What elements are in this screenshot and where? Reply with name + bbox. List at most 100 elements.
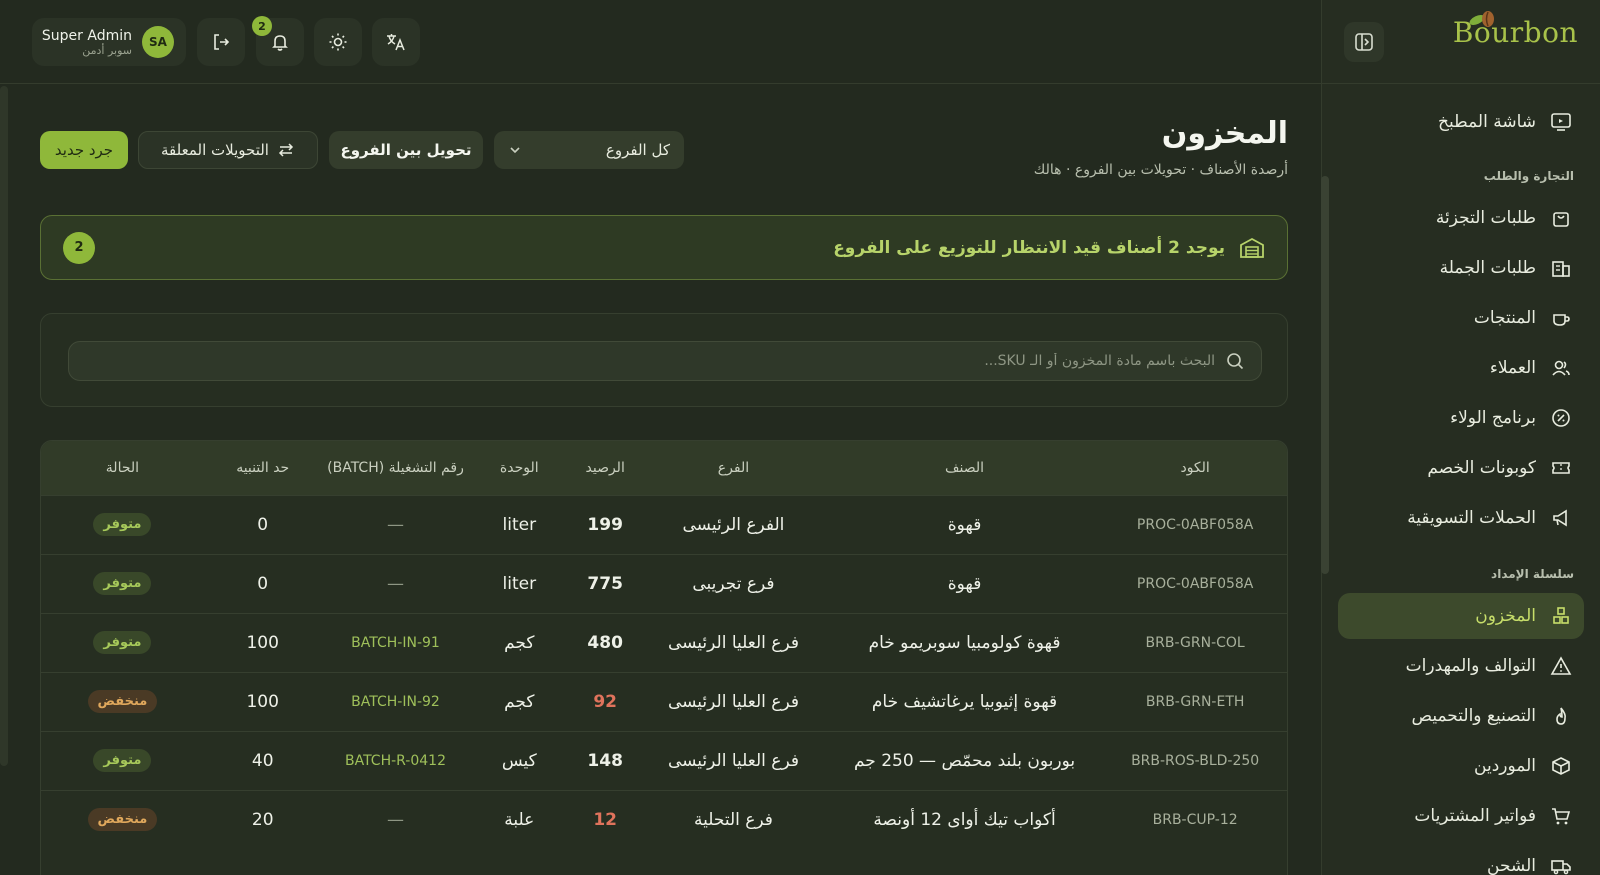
notification-count-badge: 2 (252, 16, 272, 36)
cell-status: متوفر (41, 495, 204, 554)
sidebar-item-campaigns[interactable]: الحملات التسويقية (1338, 495, 1584, 541)
status-badge: منخفض (87, 690, 158, 713)
column-header-balance[interactable]: الرصيد (569, 441, 641, 495)
warehouse-icon (1240, 237, 1264, 258)
sidebar-item-coupons[interactable]: كوبونات الخصم (1338, 445, 1584, 491)
pending-transfers-label: التحويلات المعلقة (161, 141, 269, 159)
column-header-status[interactable]: الحالة (41, 441, 204, 495)
page-subtitle: أرصدة الأصناف · تحويلات بين الفروع · هال… (1033, 162, 1288, 178)
boxes-icon (1550, 605, 1572, 627)
cell-balance: 92 (593, 691, 617, 712)
cell-code: PROC-0ABF058A (1136, 516, 1254, 533)
pending-distribution-alert: يوجد 2 أصناف قيد الانتظار للتوزيع على ال… (40, 215, 1288, 280)
coffee-leaf-icon (1469, 11, 1494, 27)
cell-batch: BATCH-R-0412 (344, 752, 446, 769)
sidebar-item-waste[interactable]: التوالف والمهدرات (1338, 643, 1584, 689)
cell-item: قهوة كولومبيا سوبريمو خام (868, 632, 1061, 653)
sidebar-item-customers[interactable]: العملاء (1338, 345, 1584, 391)
notifications-button[interactable]: 2 (252, 16, 304, 66)
shopping-bag-icon (1550, 207, 1572, 229)
cell-alert-limit: 100 (246, 632, 279, 653)
search-icon (1227, 353, 1244, 370)
badge-percent-icon (1550, 407, 1572, 429)
branch-filter-select[interactable]: كل الفروع (494, 131, 684, 169)
cell-branch: فرع العليا الرئيسى (667, 691, 799, 712)
table-row[interactable]: BRB-GRN-ETH قهوة إثيوبيا يرغاتشيف خام فر… (41, 672, 1287, 731)
sidebar-item-label: الحملات التسويقية (1407, 508, 1536, 528)
cell-batch: — (386, 809, 404, 830)
sidebar-item-loyalty[interactable]: برنامج الولاء (1338, 395, 1584, 441)
table-row[interactable]: BRB-ROS-BLD-250 بوربون بلند محمّص — 250 … (41, 731, 1287, 790)
translate-icon (387, 34, 405, 51)
new-stock-count-button[interactable]: جرد جديد (40, 131, 128, 169)
search-input[interactable] (69, 353, 1215, 369)
status-badge: منخفض (87, 808, 158, 832)
column-header-code[interactable]: الكود (1103, 441, 1287, 495)
sidebar-collapse-button[interactable] (1344, 22, 1384, 62)
sidebar-toggle-icon (1355, 33, 1373, 51)
cell-unit: liter (502, 573, 537, 594)
user-menu[interactable]: Super Admin سوبر أدمن SA (32, 18, 186, 66)
avatar: SA (142, 26, 174, 58)
logout-button[interactable] (197, 18, 245, 66)
cell-code: BRB-CUP-12 (1152, 811, 1238, 828)
alert-content: يوجد 2 أصناف قيد الانتظار للتوزيع على ال… (833, 236, 1265, 260)
cell-item: بوربون بلند محمّص — 250 جم (853, 750, 1076, 771)
sidebar-item-wholesale-orders[interactable]: طلبات الجملة (1338, 245, 1584, 291)
transfer-between-branches-button[interactable]: تحويل بين الفروع (329, 131, 483, 169)
brand-logo[interactable]: Bourbon (1453, 11, 1578, 49)
sidebar-item-shipping[interactable]: الشحن (1338, 843, 1584, 875)
topbar: Super Admin سوبر أدمن SA 2 (0, 0, 1321, 84)
theme-toggle-button[interactable] (314, 18, 362, 66)
chevron-down-icon (510, 147, 520, 154)
cell-alert-limit: 0 (257, 573, 269, 594)
table-row[interactable]: PROC-0ABF058A قهوة فرع تجريبى 775 liter … (41, 554, 1287, 613)
table-row[interactable]: BRB-GRN-COL قهوة كولومبيا سوبريمو خام فر… (41, 613, 1287, 672)
sidebar-item-label: المخزون (1475, 606, 1536, 626)
status-badge: متوفر (93, 572, 152, 595)
table-header-row: الكود الصنف الفرع الرصيد الوحدة رقم التش… (41, 441, 1287, 495)
cell-item: قهوة (947, 573, 982, 594)
cell-unit: علبة (504, 809, 535, 830)
sidebar-item-products[interactable]: المنتجات (1338, 295, 1584, 341)
table-row[interactable]: PROC-0ABF058A قهوة الفرع الرئيسى 199 lit… (41, 495, 1287, 554)
branch-filter-value: كل الفروع (605, 141, 670, 159)
column-header-branch[interactable]: الفرع (641, 441, 826, 495)
sidebar-item-label: التصنيع والتحميص (1411, 706, 1537, 726)
main-scrollbar[interactable] (0, 86, 8, 766)
coffee-cup-icon (1550, 307, 1572, 329)
column-header-unit[interactable]: الوحدة (469, 441, 569, 495)
cell-alert-limit: 40 (251, 750, 274, 771)
sun-icon (329, 33, 347, 51)
inventory-table-card: الكود الصنف الفرع الرصيد الوحدة رقم التش… (40, 440, 1288, 875)
sidebar-scrollbar[interactable] (1321, 176, 1329, 574)
cell-code: BRB-ROS-BLD-250 (1131, 752, 1260, 769)
sidebar-item-label: العملاء (1489, 358, 1536, 378)
language-button[interactable] (372, 18, 420, 66)
cell-unit: كيس (501, 750, 537, 771)
column-header-alert-limit[interactable]: حد التنبيه (204, 441, 322, 495)
sidebar-item-roasting[interactable]: التصنيع والتحميص (1338, 693, 1584, 739)
page-title: المخزون (1161, 116, 1288, 151)
cell-code: BRB-GRN-ETH (1145, 693, 1245, 710)
pending-transfers-button[interactable]: التحويلات المعلقة (138, 131, 318, 169)
sidebar-item-purchase-invoices[interactable]: فواتير المشتريات (1338, 793, 1584, 839)
sidebar-item-suppliers[interactable]: الموردين (1338, 743, 1584, 789)
table-row[interactable]: BRB-CUP-12 أكواب تيك أواى 12 أونصة فرع ا… (41, 790, 1287, 849)
cell-balance: 148 (587, 750, 623, 771)
search-box (68, 341, 1262, 381)
sidebar-item-label: فواتير المشتريات (1414, 806, 1536, 826)
sidebar-item-inventory[interactable]: المخزون (1338, 593, 1584, 639)
column-header-batch[interactable]: رقم التشغيلة (BATCH) (322, 441, 470, 495)
cell-unit: كجم (504, 691, 535, 712)
inventory-table: الكود الصنف الفرع الرصيد الوحدة رقم التش… (41, 441, 1287, 849)
sidebar-item-label: الموردين (1474, 756, 1536, 776)
sidebar-item-retail-orders[interactable]: طلبات التجزئة (1338, 195, 1584, 241)
cell-batch: — (386, 573, 404, 594)
cell-status: متوفر (41, 613, 204, 672)
column-header-item[interactable]: الصنف (826, 441, 1103, 495)
sidebar-item-kitchen-screen[interactable]: شاشة المطبخ (1338, 99, 1584, 145)
monitor-icon (1550, 111, 1572, 133)
cell-branch: فرع تجريبى (692, 573, 775, 594)
sidebar-item-label: الشحن (1487, 856, 1536, 875)
